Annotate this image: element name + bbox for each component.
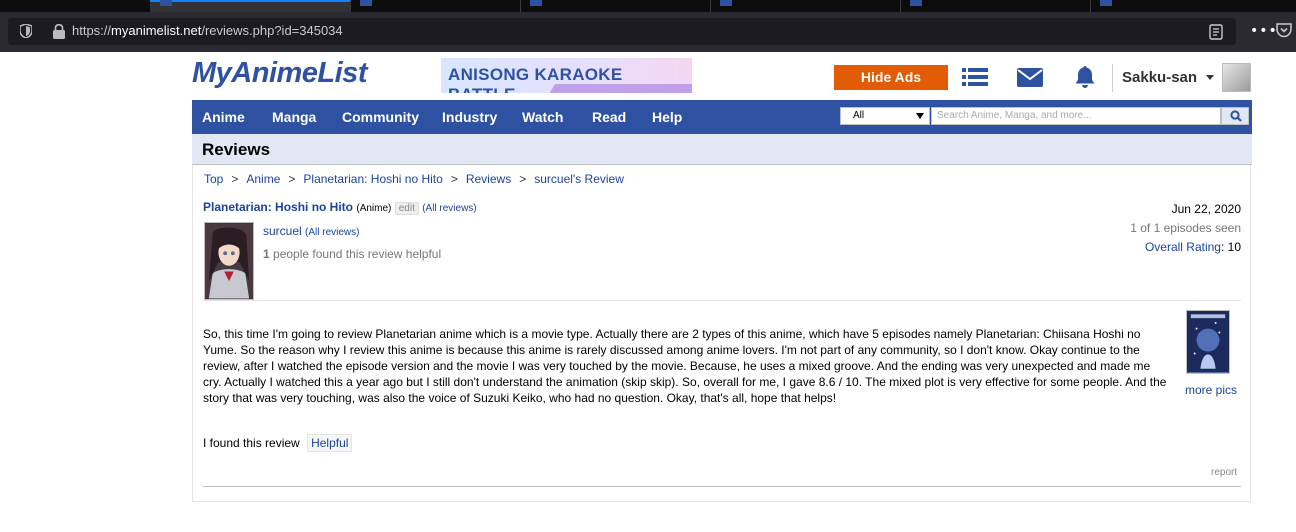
more-icon[interactable]: ••• bbox=[1250, 24, 1278, 38]
nav-community[interactable]: Community bbox=[342, 100, 419, 134]
breadcrumb-title[interactable]: Planetarian: Hoshi no Hito bbox=[303, 172, 442, 186]
review-date: Jun 22, 2020 bbox=[1171, 202, 1241, 216]
breadcrumb-reviews[interactable]: Reviews bbox=[466, 172, 511, 186]
nav-anime[interactable]: Anime bbox=[202, 100, 245, 134]
reviewer-all-reviews-link[interactable]: (All reviews) bbox=[305, 227, 359, 238]
found-label: I found this review bbox=[203, 436, 300, 450]
review-body: So, this time I'm going to review Planet… bbox=[203, 327, 1167, 405]
list-icon[interactable] bbox=[962, 67, 988, 87]
reviewer-avatar[interactable] bbox=[204, 222, 254, 300]
nav-watch[interactable]: Watch bbox=[522, 100, 563, 134]
chevron-down-icon[interactable] bbox=[1206, 75, 1214, 80]
browser-tab[interactable] bbox=[0, 0, 151, 12]
mail-icon[interactable] bbox=[1017, 68, 1043, 87]
site-logo[interactable]: MyAnimeList bbox=[192, 57, 367, 90]
nav-read[interactable]: Read bbox=[592, 100, 626, 134]
page-header-band: Reviews bbox=[192, 134, 1252, 165]
helpful-vote-row: I found this review Helpful bbox=[203, 434, 353, 452]
anime-type: (Anime) bbox=[356, 203, 392, 214]
helpful-button[interactable]: Helpful bbox=[307, 434, 353, 452]
browser-tab[interactable] bbox=[710, 0, 901, 12]
anime-poster[interactable] bbox=[1186, 310, 1230, 374]
address-bar[interactable]: https://myanimelist.net/reviews.php?id=3… bbox=[8, 18, 1236, 45]
review-anime-heading: Planetarian: Hoshi no Hito (Anime) edit … bbox=[203, 200, 477, 215]
divider bbox=[203, 300, 1241, 301]
anime-title-link[interactable]: Planetarian: Hoshi no Hito bbox=[203, 200, 353, 214]
reviewer-link[interactable]: surcuel bbox=[263, 224, 302, 238]
browser-toolbar: https://myanimelist.net/reviews.php?id=3… bbox=[0, 12, 1296, 52]
chevron-down-icon bbox=[916, 113, 924, 119]
nav-help[interactable]: Help bbox=[652, 100, 682, 134]
browser-tab[interactable] bbox=[350, 0, 521, 12]
search-input[interactable]: Search Anime, Manga, and more... bbox=[931, 107, 1221, 125]
more-pics-link[interactable]: more pics bbox=[1185, 383, 1237, 397]
reviewer-line: surcuel (All reviews) bbox=[263, 224, 359, 238]
breadcrumb-review[interactable]: surcuel's Review bbox=[534, 172, 624, 186]
banner-text: ANISONG KARAOKE BATTLE bbox=[448, 65, 623, 93]
review-meta: Jun 22, 2020 1 of 1 episodes seen Overal… bbox=[1130, 200, 1241, 257]
search-filter-select[interactable]: All bbox=[840, 107, 930, 125]
overall-rating-link[interactable]: Overall Rating bbox=[1145, 240, 1221, 254]
edit-link[interactable]: edit bbox=[394, 202, 419, 215]
browser-tab[interactable] bbox=[520, 0, 711, 12]
reader-view-icon[interactable] bbox=[1209, 24, 1223, 40]
breadcrumb: Top > Anime > Planetarian: Hoshi no Hito > Rev… bbox=[204, 172, 624, 186]
nav-industry[interactable]: Industry bbox=[442, 100, 497, 134]
helpful-count: 1 people found this review helpful bbox=[263, 247, 442, 261]
pocket-icon[interactable] bbox=[1276, 22, 1292, 38]
overall-rating: Overall Rating: 10 bbox=[1144, 240, 1241, 254]
all-reviews-link[interactable]: (All reviews) bbox=[422, 203, 476, 214]
breadcrumb-anime[interactable]: Anime bbox=[246, 172, 280, 186]
user-menu[interactable]: Sakku-san bbox=[1112, 64, 1197, 92]
browser-tab[interactable] bbox=[900, 0, 1091, 12]
promo-banner[interactable]: ANISONG KARAOKE BATTLE bbox=[441, 58, 692, 93]
reviewer-avatar-image bbox=[205, 223, 253, 299]
episodes-seen: 1 of 1 episodes seen bbox=[1130, 221, 1241, 235]
breadcrumb-top[interactable]: Top bbox=[204, 172, 223, 186]
browser-tab[interactable] bbox=[1090, 0, 1296, 12]
browser-tab-active[interactable] bbox=[150, 0, 351, 12]
nav-manga[interactable]: Manga bbox=[272, 100, 316, 134]
username: Sakku-san bbox=[1122, 69, 1198, 86]
search-icon bbox=[1230, 110, 1242, 122]
hide-ads-button[interactable]: Hide Ads bbox=[834, 65, 948, 90]
report-link[interactable]: report bbox=[1211, 467, 1237, 478]
browser-tab-strip bbox=[0, 0, 1296, 12]
lock-icon[interactable] bbox=[52, 24, 66, 39]
anime-poster-image bbox=[1187, 311, 1229, 373]
shield-icon[interactable] bbox=[20, 24, 32, 38]
user-avatar[interactable] bbox=[1222, 63, 1251, 92]
divider bbox=[203, 486, 1241, 487]
search-button[interactable] bbox=[1221, 107, 1249, 125]
url-text: https://myanimelist.net/reviews.php?id=3… bbox=[72, 23, 343, 38]
page-title: Reviews bbox=[202, 140, 271, 159]
bell-icon[interactable] bbox=[1073, 65, 1097, 89]
